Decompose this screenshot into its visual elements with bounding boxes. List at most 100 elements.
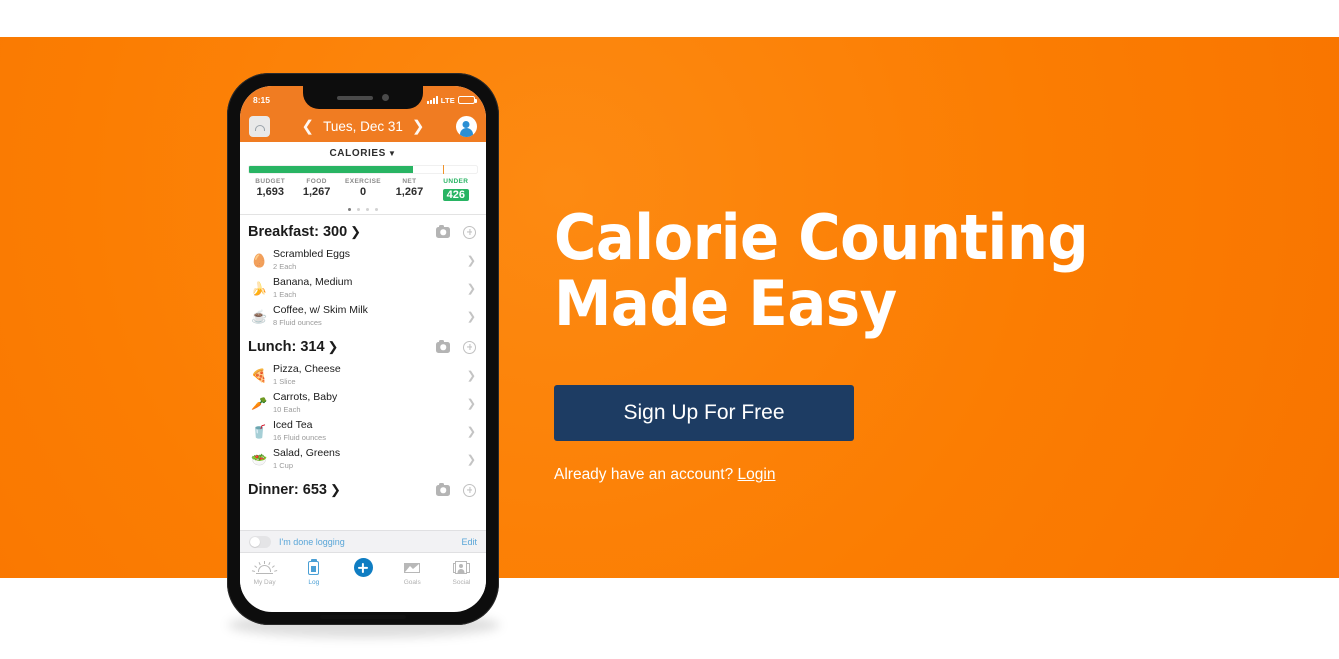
meal-title-label: Lunch: 314 <box>248 339 325 356</box>
stat-budget: BUDGET 1,693 <box>247 178 293 203</box>
avatar[interactable] <box>455 115 477 137</box>
food-diary: Breakfast: 300 ❯ 🥚 Scrambled Eggs 2 Each ❯ 🍌 Ba… <box>240 215 486 531</box>
social-icon <box>437 558 486 577</box>
page-dot[interactable] <box>375 208 379 212</box>
food-row[interactable]: 🥗 Salad, Greens 1 Cup ❯ <box>240 445 486 473</box>
page-dot[interactable] <box>356 208 360 212</box>
headline-line-2: Made Easy <box>554 267 897 340</box>
food-quantity: 10 Each <box>273 405 301 415</box>
chevron-right-icon: ❯ <box>329 482 341 498</box>
food-row[interactable]: 🍌 Banana, Medium 1 Each ❯ <box>240 274 486 302</box>
phone-mockup: 8:15 LTE ❮ Tues, Dec 31 ❯ CALORIES ▼ BUD… <box>227 73 499 625</box>
meal-actions <box>436 224 476 239</box>
food-row[interactable]: 🍕 Pizza, Cheese 1 Slice ❯ <box>240 361 486 389</box>
phone-screen: 8:15 LTE ❮ Tues, Dec 31 ❯ CALORIES ▼ BUD… <box>240 86 486 612</box>
food-name: Pizza, Cheese <box>273 363 341 376</box>
tab-goals[interactable]: Goals <box>388 558 437 586</box>
calories-selector[interactable]: CALORIES ▼ <box>240 148 486 159</box>
food-row[interactable]: ☕ Coffee, w/ Skim Milk 8 Fluid ounces ❯ <box>240 302 486 330</box>
chevron-left-icon[interactable]: ❮ <box>302 119 315 134</box>
camera-icon[interactable] <box>436 339 450 353</box>
food-row[interactable]: 🥚 Scrambled Eggs 2 Each ❯ <box>240 246 486 274</box>
tab-my-day[interactable]: My Day <box>240 558 289 586</box>
edit-button[interactable]: Edit <box>461 537 477 547</box>
calorie-progress-bar <box>249 165 477 174</box>
pizza-icon: 🍕 <box>251 367 268 383</box>
meal-actions <box>436 339 476 354</box>
stat-value: 1,693 <box>256 186 284 198</box>
chart-icon <box>388 558 437 577</box>
date-navigator: ❮ Tues, Dec 31 ❯ <box>302 119 425 134</box>
add-circle-icon[interactable] <box>463 340 476 354</box>
clipboard-icon <box>289 558 338 577</box>
iced-tea-icon: 🥤 <box>251 423 268 439</box>
stat-value: 1,267 <box>302 186 331 198</box>
food-name: Coffee, w/ Skim Milk <box>273 304 368 317</box>
stat-food: FOOD 1,267 <box>293 178 339 203</box>
food-row[interactable]: 🥤 Iced Tea 16 Fluid ounces ❯ <box>240 417 486 445</box>
camera-icon[interactable] <box>436 224 450 238</box>
stat-label: UNDER <box>443 178 469 185</box>
summary-page-dots[interactable] <box>240 208 486 212</box>
food-text: Salad, Greens 1 Cup <box>269 447 463 471</box>
login-link[interactable]: Login <box>738 466 776 483</box>
salad-icon: 🥗 <box>251 451 268 467</box>
status-indicators: LTE <box>426 96 477 105</box>
stat-label: BUDGET <box>255 178 286 185</box>
food-name: Scrambled Eggs <box>273 248 351 261</box>
camera-icon[interactable] <box>436 482 450 496</box>
meal-title[interactable]: Dinner: 653 ❯ <box>248 482 341 498</box>
food-text: Scrambled Eggs 2 Each <box>269 248 463 272</box>
meal-header-breakfast: Breakfast: 300 ❯ <box>240 215 486 246</box>
egg-icon: 🥚 <box>251 252 268 268</box>
stat-exercise: EXERCISE 0 <box>340 178 386 203</box>
add-circle-icon[interactable] <box>463 483 476 497</box>
page-dot[interactable] <box>347 208 351 212</box>
stat-value: 1,267 <box>395 186 424 198</box>
tab-label: My Day <box>253 579 276 587</box>
food-row[interactable]: 🥕 Carrots, Baby 10 Each ❯ <box>240 389 486 417</box>
done-logging-label: I'm done logging <box>279 536 345 547</box>
page-dot[interactable] <box>366 208 370 212</box>
stat-label: EXERCISE <box>344 178 382 185</box>
tab-bar: My Day Log Goals Social <box>240 552 486 595</box>
speaker-grill-icon <box>337 95 373 100</box>
food-text: Coffee, w/ Skim Milk 8 Fluid ounces <box>269 304 463 328</box>
meal-title[interactable]: Lunch: 314 ❯ <box>248 339 338 355</box>
front-camera-icon <box>382 94 389 101</box>
tab-label: Log <box>308 579 320 587</box>
headline-line-1: Calorie Counting <box>554 201 1089 274</box>
page-title: Calorie Counting Made Easy <box>554 205 1131 337</box>
meal-header-lunch: Lunch: 314 ❯ <box>240 330 486 361</box>
stat-under: UNDER 426 <box>433 178 479 203</box>
food-quantity: 8 Fluid ounces <box>273 318 322 328</box>
chevron-right-icon[interactable]: ❯ <box>412 119 425 134</box>
marketing-column: Calorie Counting Made Easy Sign Up For F… <box>554 205 1254 484</box>
tab-add[interactable] <box>338 558 387 579</box>
stat-label: NET <box>402 178 417 185</box>
food-quantity: 1 Cup <box>273 461 294 471</box>
signal-bars-icon <box>426 96 438 104</box>
add-circle-icon[interactable] <box>463 225 476 239</box>
chevron-right-icon: ❯ <box>350 224 362 240</box>
meal-title-label: Dinner: 653 <box>248 482 327 499</box>
chevron-right-icon: ❯ <box>466 310 476 323</box>
food-name: Carrots, Baby <box>273 391 338 404</box>
food-quantity: 2 Each <box>273 262 297 272</box>
stat-value: 426 <box>442 189 469 201</box>
sign-up-button[interactable]: Sign Up For Free <box>554 385 854 441</box>
tab-social[interactable]: Social <box>437 558 486 586</box>
meal-title-label: Breakfast: 300 <box>248 224 348 241</box>
app-header: ❮ Tues, Dec 31 ❯ <box>240 110 486 142</box>
scale-icon[interactable] <box>249 115 270 137</box>
status-time: 8:15 <box>253 95 271 105</box>
done-logging-bar: I'm done logging Edit <box>240 530 486 553</box>
food-name: Iced Tea <box>273 419 313 432</box>
done-logging-toggle[interactable] <box>249 535 271 548</box>
meal-title[interactable]: Breakfast: 300 ❯ <box>248 224 361 240</box>
phone-notch <box>303 86 423 109</box>
food-text: Carrots, Baby 10 Each <box>269 391 463 415</box>
meal-header-dinner: Dinner: 653 ❯ <box>240 473 486 504</box>
tab-log[interactable]: Log <box>289 558 338 586</box>
food-name: Banana, Medium <box>273 276 353 289</box>
